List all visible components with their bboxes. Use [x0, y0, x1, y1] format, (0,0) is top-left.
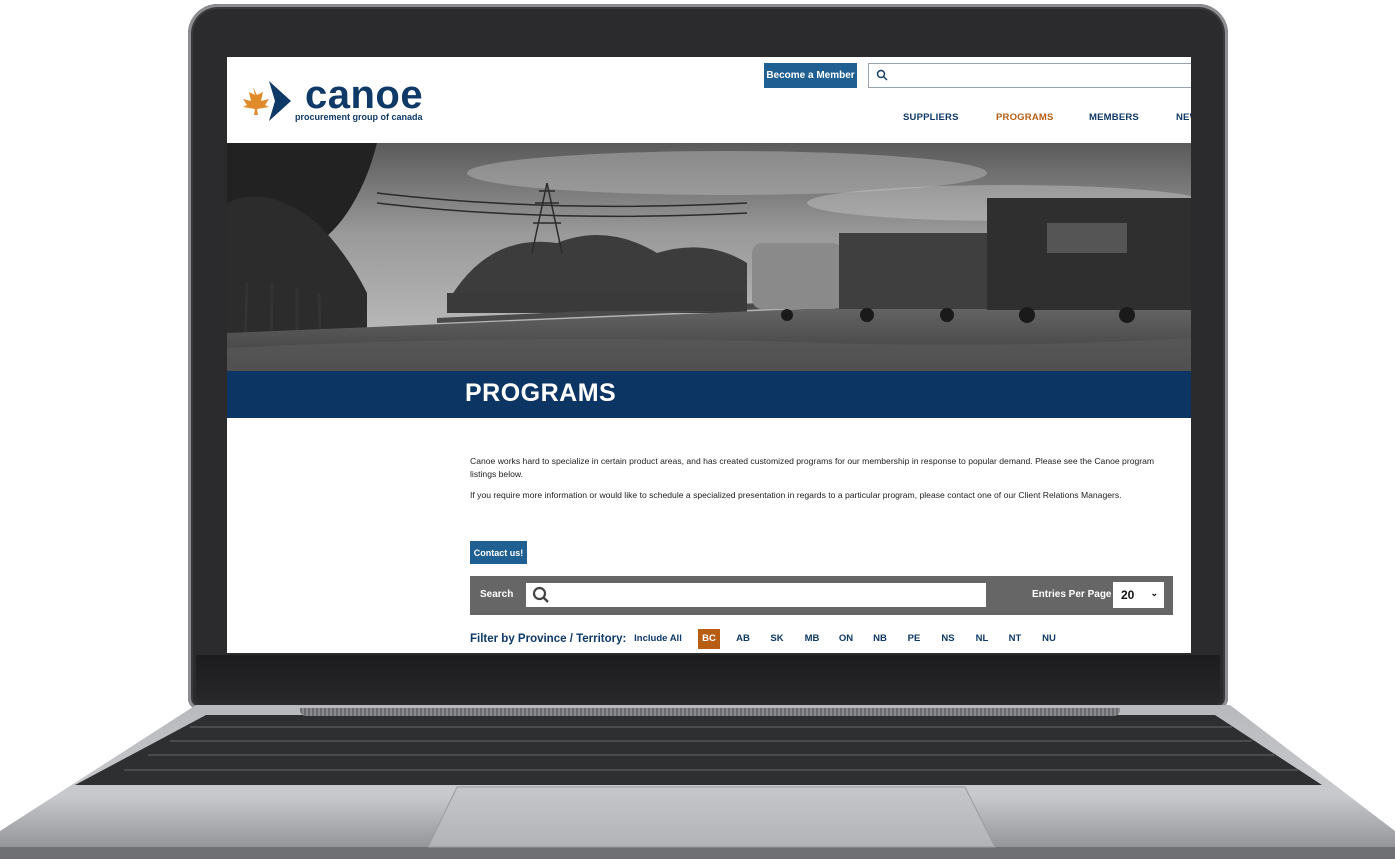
filter-nu[interactable]: NU	[1039, 629, 1059, 649]
intro-paragraph-1: Canoe works hard to specialize in certai…	[470, 456, 1155, 479]
intro-paragraph-2: If you require more information or would…	[470, 490, 1122, 500]
filter-mb[interactable]: MB	[802, 629, 822, 649]
filter-nt[interactable]: NT	[1005, 629, 1025, 649]
logo-wordmark: canoe	[305, 73, 424, 117]
contact-us-button[interactable]: Contact us!	[470, 541, 527, 564]
nav-suppliers[interactable]: SUPPLIERS	[903, 112, 959, 123]
filter-label: Filter by Province / Territory:	[470, 633, 627, 645]
site-search-input[interactable]	[868, 63, 1191, 88]
filter-nl[interactable]: NL	[972, 629, 992, 649]
nav-members[interactable]: MEMBERS	[1089, 112, 1139, 123]
page-title-band: PROGRAMS	[227, 371, 1191, 418]
province-filter: Filter by Province / Territory: Include …	[470, 629, 1190, 653]
search-icon	[876, 69, 888, 81]
filter-sk[interactable]: SK	[767, 629, 787, 649]
chevron-down-icon: ⌄	[1150, 588, 1158, 598]
page-title: PROGRAMS	[465, 379, 617, 407]
browser-viewport: canoe procurement group of canada Become…	[227, 57, 1191, 653]
search-icon	[532, 586, 549, 603]
become-member-button[interactable]: Become a Member	[764, 63, 857, 88]
site-logo[interactable]: canoe procurement group of canada	[239, 73, 439, 127]
site-header: canoe procurement group of canada Become…	[227, 57, 1191, 143]
laptop-hinge	[300, 708, 1120, 716]
filter-ns[interactable]: NS	[938, 629, 958, 649]
filter-pe[interactable]: PE	[904, 629, 924, 649]
hero-image	[227, 143, 1191, 371]
nav-programs[interactable]: PROGRAMS	[996, 112, 1054, 123]
intro-text: Canoe works hard to specialize in certai…	[470, 455, 1170, 511]
entries-per-page-label: Entries Per Page	[1032, 589, 1112, 600]
filter-on[interactable]: ON	[836, 629, 856, 649]
entries-per-page-value: 20	[1121, 588, 1135, 602]
laptop-keyboard-base	[0, 705, 1395, 859]
filter-include-all[interactable]: Include All	[633, 629, 683, 649]
nav-news[interactable]: NEW	[1176, 112, 1191, 123]
program-search-bar: Search Entries Per Page 20 ⌄	[470, 576, 1173, 615]
search-label: Search	[480, 589, 514, 600]
laptop-bezel-chin	[196, 655, 1220, 703]
logo-tagline: procurement group of canada	[295, 112, 423, 122]
filter-ab[interactable]: AB	[733, 629, 753, 649]
program-search-input[interactable]	[526, 583, 986, 607]
canoe-logo-icon	[243, 81, 291, 121]
entries-per-page-select[interactable]: 20 ⌄	[1113, 582, 1164, 608]
filter-nb[interactable]: NB	[870, 629, 890, 649]
filter-bc[interactable]: BC	[698, 629, 720, 649]
